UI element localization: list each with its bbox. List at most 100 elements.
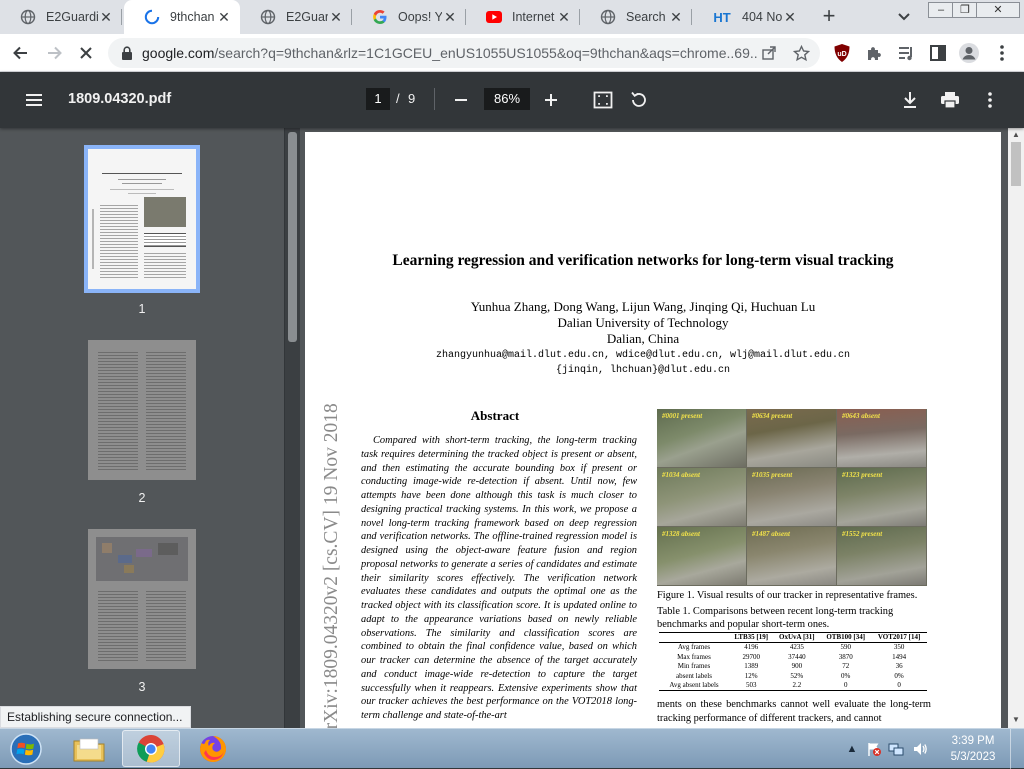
- rotate-icon[interactable]: [628, 89, 650, 111]
- stop-loading-button[interactable]: [74, 41, 98, 65]
- tab-internet-youtube[interactable]: Internet S ✕: [466, 0, 580, 34]
- back-button[interactable]: [9, 41, 33, 65]
- toolbar-divider: [434, 88, 435, 110]
- youtube-icon: [486, 9, 502, 25]
- windows-start-icon[interactable]: [4, 730, 48, 767]
- page-scrollbar-thumb[interactable]: [1011, 142, 1021, 186]
- media-controls-icon[interactable]: [895, 42, 917, 64]
- tab-close-icon[interactable]: ✕: [442, 9, 458, 25]
- thumbnail-page-1[interactable]: [84, 145, 200, 293]
- tab-close-icon[interactable]: ✕: [668, 9, 684, 25]
- hamburger-menu-icon[interactable]: [24, 90, 44, 110]
- side-panel-icon[interactable]: [927, 42, 949, 64]
- restore-window-button[interactable]: ❐: [952, 2, 978, 18]
- windows-taskbar: ▲ 3:39 PM 5/3/2023: [0, 728, 1024, 769]
- tab-e2guardian-2[interactable]: E2Guardi ✕: [240, 0, 352, 34]
- more-options-icon[interactable]: [979, 89, 1001, 111]
- url-host: google.com: [142, 45, 215, 61]
- pdf-toolbar: 1809.04320.pdf 1 / 9 86%: [0, 72, 1024, 128]
- chrome-menu-icon[interactable]: [991, 42, 1013, 64]
- download-icon[interactable]: [899, 89, 921, 111]
- volume-icon[interactable]: [912, 741, 928, 757]
- tab-strip: E2Guardi ✕ 9thchan ✕ E2Guardi ✕ Oops! Yo…: [0, 0, 1024, 34]
- bookmark-star-icon[interactable]: [792, 44, 810, 61]
- lock-icon[interactable]: [120, 45, 134, 61]
- globe-icon: [600, 9, 616, 25]
- tab-label: Internet S: [512, 10, 556, 24]
- tab-label: Oops! Yo: [398, 10, 442, 24]
- address-bar[interactable]: google.com/search?q=9thchan&rlz=1C1GCEU_…: [108, 38, 820, 68]
- browser-toolbar: google.com/search?q=9thchan&rlz=1C1GCEU_…: [0, 34, 1024, 72]
- network-icon[interactable]: [888, 741, 904, 757]
- table-header-cell: LTB35 [19]: [729, 632, 774, 644]
- url-text[interactable]: google.com/search?q=9thchan&rlz=1C1GCEU_…: [142, 45, 758, 61]
- loading-spinner-icon: [144, 9, 160, 25]
- zoom-level-input[interactable]: 86%: [484, 88, 530, 110]
- action-center-flag-icon[interactable]: [866, 741, 882, 757]
- chevron-down-icon[interactable]: [894, 8, 914, 26]
- tab-9thchan[interactable]: 9thchan ✕: [124, 0, 240, 34]
- zoom-in-icon[interactable]: [540, 89, 562, 111]
- paper-location: Dalian, China: [606, 331, 680, 346]
- new-tab-button[interactable]: +: [817, 5, 841, 29]
- file-explorer-icon[interactable]: [60, 730, 118, 767]
- page-total: 9: [408, 91, 416, 106]
- ht-logo-icon: HT: [713, 9, 731, 25]
- scroll-up-arrow-icon[interactable]: ▲: [1012, 131, 1020, 139]
- body-text: ments on these benchmarks cannot well ev…: [657, 699, 931, 724]
- tab-404-not-found[interactable]: HT 404 Not ✕: [692, 0, 806, 34]
- tab-close-icon[interactable]: ✕: [328, 9, 344, 25]
- pdf-viewer[interactable]: Learning regression and verification net…: [300, 128, 1008, 728]
- sidebar-scrollbar[interactable]: [285, 128, 300, 728]
- page-thumbnail-image: [88, 340, 196, 480]
- figure-caption: Figure 1. Visual results of our tracker …: [657, 590, 918, 601]
- tab-label: E2Guardi: [286, 10, 328, 24]
- sidebar-scrollbar-thumb[interactable]: [288, 132, 297, 342]
- tab-close-icon[interactable]: ✕: [556, 9, 572, 25]
- thumbnail-page-3[interactable]: [88, 529, 196, 669]
- tab-close-icon[interactable]: ✕: [216, 9, 232, 25]
- globe-icon: [260, 9, 276, 25]
- scroll-down-arrow-icon[interactable]: ▼: [1012, 716, 1020, 724]
- tab-oops-google[interactable]: Oops! Yo ✕: [352, 0, 466, 34]
- paper-affiliation: Dalian University of Technology: [557, 315, 729, 330]
- abstract-text: Compared with short-term tracking, the l…: [361, 435, 637, 721]
- extensions-puzzle-icon[interactable]: [863, 42, 885, 64]
- figure-frame: #1035 present: [747, 468, 836, 526]
- table-header-cell: [659, 632, 729, 644]
- thumbnail-label: 3: [138, 680, 146, 694]
- figure-frame: #1034 absent: [657, 468, 746, 526]
- page-number-input[interactable]: 1: [366, 88, 390, 110]
- fit-to-page-icon[interactable]: [592, 89, 614, 111]
- tab-e2guardian-1[interactable]: E2Guardi ✕: [0, 0, 122, 34]
- taskbar-clock[interactable]: 3:39 PM 5/3/2023: [944, 733, 1002, 765]
- paper-authors: Yunhua Zhang, Dong Wang, Lijun Wang, Jin…: [470, 299, 816, 314]
- chrome-icon[interactable]: [122, 730, 180, 767]
- table-header-cell: OxUvA [31]: [773, 632, 821, 644]
- share-icon[interactable]: [760, 45, 778, 61]
- forward-button[interactable]: [42, 41, 66, 65]
- tab-close-icon[interactable]: ✕: [98, 9, 114, 25]
- page-scrollbar[interactable]: ▲ ▼: [1008, 128, 1024, 728]
- minimize-window-button[interactable]: –: [928, 2, 954, 18]
- show-desktop-button[interactable]: [1010, 729, 1024, 769]
- close-window-button[interactable]: ✕: [976, 2, 1020, 18]
- profile-avatar-icon[interactable]: [958, 42, 980, 64]
- print-icon[interactable]: [939, 89, 961, 111]
- table-row: Avg frames 4196 4235 590 350: [677, 643, 905, 652]
- firefox-icon[interactable]: [184, 730, 242, 767]
- figure-frame: #0634 present: [747, 409, 836, 467]
- thumbnail-sidebar: 1 2 3: [0, 128, 284, 728]
- zoom-out-icon[interactable]: [450, 89, 472, 111]
- table-header-cell: OTB100 [34]: [820, 632, 872, 644]
- figure-1-image: #0001 present #0634 present #0643 absent…: [657, 409, 927, 586]
- thumbnail-label: 1: [138, 302, 146, 316]
- show-hidden-icons-icon[interactable]: ▲: [844, 741, 860, 757]
- thumbnail-page-2[interactable]: [88, 340, 196, 480]
- tab-close-icon[interactable]: ✕: [782, 9, 798, 25]
- table-header-cell: VOT2017 [14]: [871, 632, 927, 644]
- ublock-origin-icon[interactable]: uD: [831, 42, 853, 64]
- figure-frame: #0001 present: [657, 409, 746, 467]
- tab-search-results[interactable]: Search re ✕: [580, 0, 692, 34]
- table-caption: Table 1. Comparisons between recent long…: [657, 606, 894, 630]
